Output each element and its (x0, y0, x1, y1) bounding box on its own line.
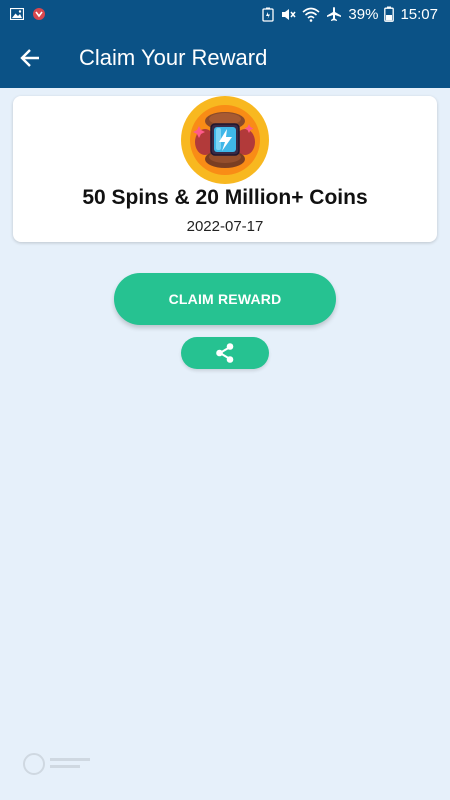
reward-title: 50 Spins & 20 Million+ Coins (82, 186, 368, 209)
energy-capsule-icon (181, 96, 269, 184)
page-title: Claim Your Reward (79, 45, 268, 70)
reward-card: 50 Spins & 20 Million+ Coins 2022-07-17 (13, 96, 437, 242)
notification-app-icon (32, 7, 46, 21)
status-time: 15:07 (400, 5, 438, 23)
status-left-icons (10, 6, 46, 22)
reward-date: 2022-07-17 (186, 218, 264, 235)
image-icon (10, 8, 24, 20)
battery-icon (384, 6, 395, 22)
share-icon (216, 343, 234, 363)
watermark-logo (20, 750, 100, 778)
arrow-back-icon (20, 49, 39, 67)
status-bar: 39% 15:07 (0, 0, 450, 28)
app-bar: Claim Your Reward (0, 28, 450, 88)
wifi-icon (302, 7, 320, 22)
claim-reward-button[interactable]: CLAIM REWARD (114, 273, 336, 325)
share-button[interactable] (181, 337, 269, 369)
battery-saver-icon (262, 7, 275, 22)
battery-percent: 39% (348, 5, 379, 23)
airplane-icon (326, 6, 342, 22)
status-right-icons: 39% 15:07 (262, 4, 438, 24)
back-button[interactable] (12, 40, 48, 76)
mute-icon (280, 7, 297, 22)
